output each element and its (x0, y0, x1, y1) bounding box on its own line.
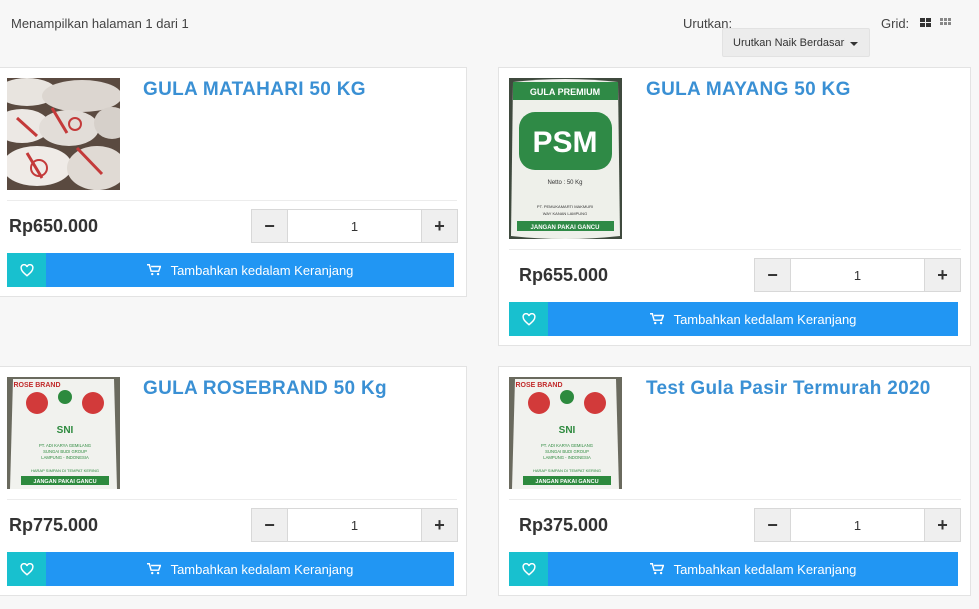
product-price: Rp375.000 (519, 515, 609, 535)
quantity-stepper: − 1 + (754, 508, 961, 542)
product-title[interactable]: GULA ROSEBRAND 50 Kg (143, 378, 387, 400)
product-image-gula-matahari[interactable] (7, 78, 120, 190)
product-card: GULA PREMIUM PSM Netto : 50 Kg PT. PEMUK… (498, 67, 971, 346)
cart-icon (649, 313, 664, 325)
add-to-cart-button[interactable]: Tambahkan kedalam Keranjang (548, 302, 958, 336)
sort-select[interactable]: Urutkan Naik Berdasarkan (722, 28, 870, 57)
decrease-quantity-button[interactable]: − (755, 259, 791, 291)
divider (509, 499, 961, 500)
product-card: ROSE BRAND SNI PT. ADI KARYA GEMILANG SU… (498, 366, 971, 596)
increase-quantity-button[interactable]: + (421, 210, 457, 242)
cart-icon (146, 563, 161, 575)
product-title[interactable]: Test Gula Pasir Termurah 2020 (646, 378, 931, 400)
svg-text:PSM: PSM (532, 126, 597, 159)
svg-text:JANGAN PAKAI GANCU: JANGAN PAKAI GANCU (535, 479, 598, 485)
heart-icon (19, 263, 34, 277)
grid-3-columns-icon[interactable] (940, 18, 951, 25)
quantity-input[interactable]: 1 (791, 259, 924, 291)
page-count-text: Menampilkan halaman 1 dari 1 (11, 16, 189, 31)
heart-icon (521, 312, 536, 326)
add-to-cart-label: Tambahkan kedalam Keranjang (170, 262, 354, 278)
add-to-cart-button[interactable]: Tambahkan kedalam Keranjang (46, 552, 454, 586)
svg-text:GULA PREMIUM: GULA PREMIUM (530, 87, 600, 97)
wishlist-button[interactable] (7, 552, 46, 586)
product-title[interactable]: GULA MATAHARI 50 KG (143, 79, 366, 101)
svg-text:SNI: SNI (57, 425, 74, 436)
product-card: GULA MATAHARI 50 KG Rp650.000 − 1 + Tamb… (0, 67, 467, 297)
wishlist-button[interactable] (509, 552, 548, 586)
divider (7, 499, 457, 500)
svg-text:JANGAN PAKAI GANCU: JANGAN PAKAI GANCU (33, 479, 96, 485)
increase-quantity-button[interactable]: + (421, 509, 457, 541)
product-price: Rp655.000 (519, 265, 609, 285)
product-image-gula-rosebrand[interactable]: ROSE BRAND SNI PT. ADI KARYA GEMILANG SU… (7, 377, 120, 489)
sort-select-value: Urutkan Naik Berdasarkan (733, 37, 845, 49)
svg-text:SUNGAI BUDI GROUP: SUNGAI BUDI GROUP (545, 449, 589, 454)
increase-quantity-button[interactable]: + (924, 259, 960, 291)
quantity-stepper: − 1 + (251, 508, 458, 542)
cart-icon (146, 264, 161, 276)
svg-text:SUNGAI BUDI GROUP: SUNGAI BUDI GROUP (43, 449, 87, 454)
quantity-input[interactable]: 1 (288, 509, 421, 541)
increase-quantity-button[interactable]: + (924, 509, 960, 541)
product-image-test-gula-pasir[interactable]: ROSE BRAND SNI PT. ADI KARYA GEMILANG SU… (509, 377, 622, 489)
decrease-quantity-button[interactable]: − (252, 509, 288, 541)
wishlist-button[interactable] (7, 253, 46, 287)
quantity-input[interactable]: 1 (791, 509, 924, 541)
quantity-stepper: − 1 + (251, 209, 458, 243)
svg-text:LAMPUNG - INDONESIA: LAMPUNG - INDONESIA (41, 455, 89, 460)
decrease-quantity-button[interactable]: − (252, 210, 288, 242)
product-image-gula-mayang[interactable]: GULA PREMIUM PSM Netto : 50 Kg PT. PEMUK… (509, 78, 622, 239)
caret-down-icon (850, 42, 858, 46)
svg-text:Netto : 50 Kg: Netto : 50 Kg (547, 180, 582, 186)
card-actions: Tambahkan kedalam Keranjang (7, 253, 454, 287)
toolbar: Menampilkan halaman 1 dari 1 Urutkan: Ur… (0, 0, 979, 60)
add-to-cart-button[interactable]: Tambahkan kedalam Keranjang (548, 552, 958, 586)
wishlist-button[interactable] (509, 302, 548, 336)
svg-text:SNI: SNI (559, 425, 576, 436)
svg-text:PT. PEMUKAMARTI MAKMURI: PT. PEMUKAMARTI MAKMURI (537, 204, 593, 209)
heart-icon (19, 562, 34, 576)
grid-label: Grid: (881, 16, 910, 31)
cart-icon (649, 563, 664, 575)
add-to-cart-label: Tambahkan kedalam Keranjang (673, 561, 857, 577)
card-actions: Tambahkan kedalam Keranjang (509, 302, 958, 336)
product-price: Rp775.000 (9, 515, 99, 535)
svg-text:JANGAN PAKAI GANCU: JANGAN PAKAI GANCU (531, 225, 600, 231)
product-title[interactable]: GULA MAYANG 50 KG (646, 79, 851, 101)
grid-2-columns-icon[interactable] (920, 18, 931, 27)
quantity-stepper: − 1 + (754, 258, 961, 292)
divider (509, 249, 961, 250)
svg-text:HARAP SIMPAN DI TEMPAT KERING: HARAP SIMPAN DI TEMPAT KERING (533, 468, 601, 473)
add-to-cart-label: Tambahkan kedalam Keranjang (170, 561, 354, 577)
add-to-cart-label: Tambahkan kedalam Keranjang (673, 311, 857, 327)
card-actions: Tambahkan kedalam Keranjang (7, 552, 454, 586)
svg-text:PT. ADI KARYA GEMILANG: PT. ADI KARYA GEMILANG (39, 443, 91, 448)
svg-text:HARAP SIMPAN DI TEMPAT KERING: HARAP SIMPAN DI TEMPAT KERING (31, 468, 99, 473)
svg-text:LAMPUNG - INDONESIA: LAMPUNG - INDONESIA (543, 455, 591, 460)
svg-text:ROSE BRAND: ROSE BRAND (13, 382, 60, 389)
add-to-cart-button[interactable]: Tambahkan kedalam Keranjang (46, 253, 454, 287)
svg-text:WAY KANAN LAMPUNG: WAY KANAN LAMPUNG (543, 211, 587, 216)
card-actions: Tambahkan kedalam Keranjang (509, 552, 958, 586)
heart-icon (521, 562, 536, 576)
svg-text:ROSE BRAND: ROSE BRAND (515, 382, 562, 389)
product-card: ROSE BRAND SNI PT. ADI KARYA GEMILANG SU… (0, 366, 467, 596)
quantity-input[interactable]: 1 (288, 210, 421, 242)
product-price: Rp650.000 (9, 216, 99, 236)
svg-text:PT. ADI KARYA GEMILANG: PT. ADI KARYA GEMILANG (541, 443, 593, 448)
divider (7, 200, 457, 201)
decrease-quantity-button[interactable]: − (755, 509, 791, 541)
